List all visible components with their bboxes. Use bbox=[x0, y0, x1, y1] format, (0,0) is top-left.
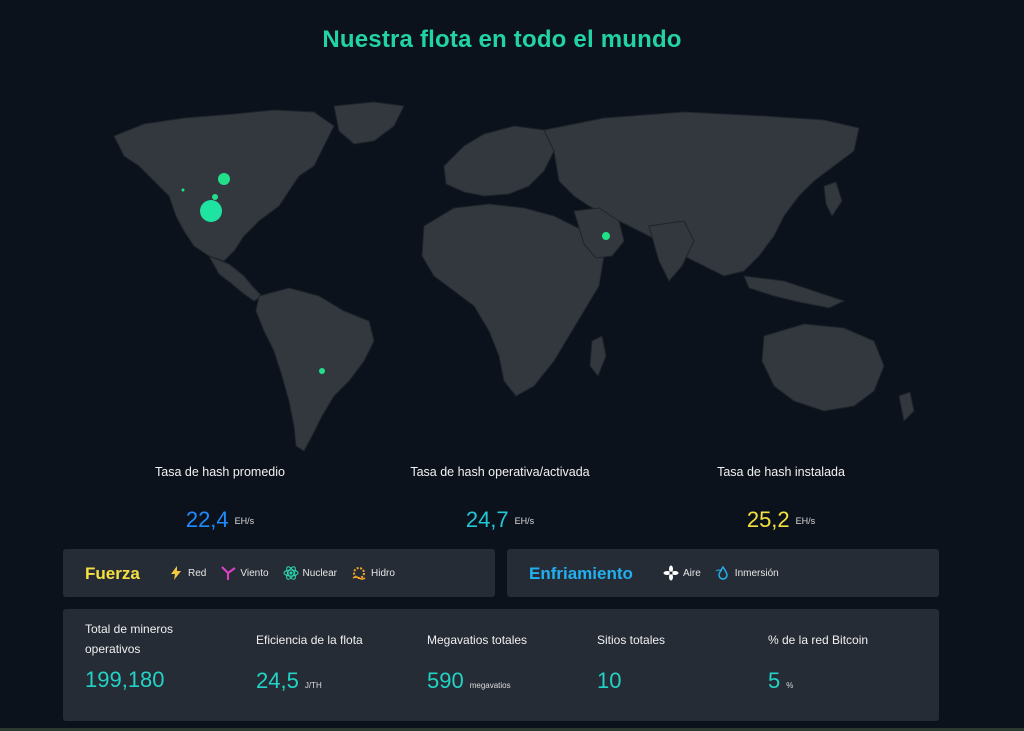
legend-item-red[interactable]: Red bbox=[168, 565, 206, 581]
stat-value: 22,4 EH/s bbox=[100, 507, 340, 533]
stat-number: 25,2 bbox=[746, 507, 790, 532]
power-panel: Fuerza Red Viento Nuclear Hidro bbox=[63, 549, 495, 597]
metric-label: % de la red Bitcoin bbox=[768, 633, 869, 647]
legend-label: Viento bbox=[240, 567, 269, 579]
hydro-icon bbox=[352, 567, 366, 580]
legend-label: Aire bbox=[683, 567, 701, 579]
marker-north-america-2[interactable] bbox=[212, 194, 218, 200]
metric-value: 590 megavatios bbox=[427, 668, 527, 694]
droplet-icon bbox=[715, 565, 728, 580]
metric-number: 10 bbox=[597, 668, 622, 693]
southeast-asia-land bbox=[743, 275, 846, 309]
metrics-panel: Total de mineros operativos 199,180 Efic… bbox=[63, 609, 939, 721]
metric-value: 10 bbox=[597, 668, 665, 694]
stat-label: Tasa de hash instalada bbox=[717, 465, 845, 479]
stat-installed-hashrate: Tasa de hash instalada 25,2 EH/s bbox=[661, 465, 901, 533]
world-map bbox=[84, 96, 924, 462]
new-zealand-land bbox=[898, 391, 915, 423]
africa-land bbox=[421, 203, 605, 397]
page-title: Nuestra flota en todo el mundo bbox=[322, 26, 682, 53]
metric-unit: % bbox=[786, 681, 794, 690]
north-america-land bbox=[113, 109, 335, 262]
marker-north-america-1[interactable] bbox=[218, 173, 230, 185]
greenland-land bbox=[333, 101, 405, 145]
cooling-panel: Enfriamiento Aire Inmersión bbox=[507, 549, 939, 597]
legend-label: Hidro bbox=[371, 567, 395, 579]
australia-land bbox=[761, 323, 885, 412]
metric-bitcoin-network-share: % de la red Bitcoin 5% bbox=[768, 630, 868, 694]
stat-unit: EH/s bbox=[234, 516, 255, 527]
metric-label: Megavatios totales bbox=[427, 633, 528, 647]
metric-number: 24,5 bbox=[256, 668, 299, 693]
marker-north-america-3[interactable] bbox=[181, 188, 185, 192]
legend-item-air[interactable]: Aire bbox=[663, 565, 701, 581]
legend-item-wind[interactable]: Viento bbox=[220, 565, 269, 581]
legend-label: Inmersión bbox=[734, 567, 779, 579]
metric-total-sites: Sitios totales 10 bbox=[597, 630, 665, 694]
marker-middle-east[interactable] bbox=[602, 232, 610, 240]
stat-value: 24,7 EH/s bbox=[380, 507, 620, 533]
power-title: Fuerza bbox=[85, 564, 140, 583]
metric-number: 5 bbox=[768, 668, 781, 693]
legend-item-immersion[interactable]: Inmersión bbox=[715, 565, 779, 581]
metric-label: Eficiencia de la flota bbox=[256, 633, 363, 647]
stat-unit: EH/s bbox=[795, 516, 816, 527]
metric-value: 24,5 J/TH bbox=[256, 668, 363, 694]
india-land bbox=[648, 220, 695, 282]
world-map-svg bbox=[113, 101, 915, 452]
metric-fleet-efficiency: Eficiencia de la flota 24,5 J/TH bbox=[256, 630, 363, 694]
metric-unit: megavatios bbox=[469, 681, 511, 690]
central-america-land bbox=[207, 255, 263, 302]
fan-icon bbox=[663, 565, 679, 581]
atom-icon bbox=[283, 566, 299, 580]
metric-total-megawatts: Megavatios totales 590 megavatios bbox=[427, 630, 527, 694]
metric-number: 199,180 bbox=[85, 667, 165, 692]
metric-total-miners: Total de mineros operativos 199,180 bbox=[85, 619, 205, 693]
lightning-icon bbox=[171, 566, 181, 580]
metric-label: Total de mineros operativos bbox=[85, 622, 174, 656]
marker-south-america[interactable] bbox=[319, 368, 325, 374]
stat-number: 24,7 bbox=[465, 507, 509, 532]
stat-value: 25,2 EH/s bbox=[661, 507, 901, 533]
europe-land bbox=[443, 125, 555, 197]
madagascar-land bbox=[589, 335, 607, 377]
metric-number: 590 bbox=[427, 668, 464, 693]
stat-operational-hashrate: Tasa de hash operativa/activada 24,7 EH/s bbox=[380, 465, 620, 533]
cooling-legend: Aire Inmersión bbox=[663, 565, 779, 581]
stat-unit: EH/s bbox=[514, 516, 535, 527]
wind-turbine-icon bbox=[221, 566, 236, 580]
legend-label: Nuclear bbox=[302, 567, 338, 579]
stat-label: Tasa de hash promedio bbox=[155, 465, 285, 479]
metric-label: Sitios totales bbox=[597, 633, 666, 647]
stat-number: 22,4 bbox=[185, 507, 229, 532]
legend-label: Red bbox=[188, 567, 207, 579]
south-america-land bbox=[255, 287, 375, 452]
metric-unit: J/TH bbox=[304, 681, 322, 690]
metric-value: 199,180 bbox=[85, 667, 205, 693]
stat-average-hashrate: Tasa de hash promedio 22,4 EH/s bbox=[100, 465, 340, 533]
power-legend: Red Viento Nuclear Hidro bbox=[168, 565, 395, 581]
legend-item-hydro[interactable]: Hidro bbox=[351, 565, 395, 581]
marker-north-america-4[interactable] bbox=[200, 200, 222, 222]
japan-land bbox=[823, 181, 843, 217]
stat-label: Tasa de hash operativa/activada bbox=[410, 465, 590, 479]
legend-item-nuclear[interactable]: Nuclear bbox=[283, 565, 337, 581]
metric-value: 5% bbox=[768, 668, 868, 694]
cooling-title: Enfriamiento bbox=[529, 564, 633, 583]
